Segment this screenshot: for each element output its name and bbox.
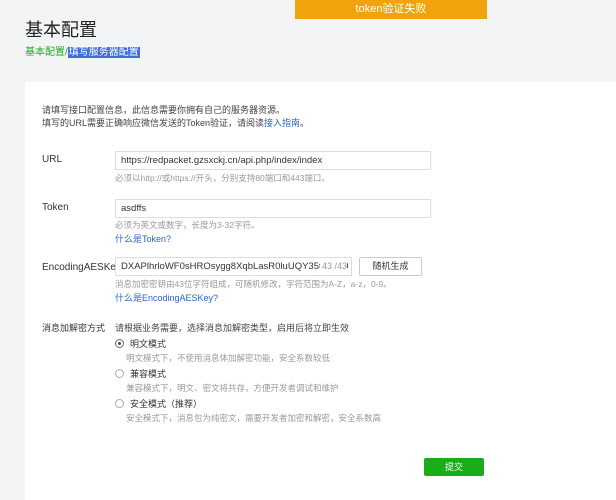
radio-secure-label: 安全模式（推荐） [130, 399, 203, 409]
config-card: 请填写接口配置信息，此信息需要你拥有自己的服务器资源。 填写的URL需要正确响应… [25, 82, 616, 500]
encryption-label: 消息加解密方式 [42, 323, 106, 333]
intro-line-1: 请填写接口配置信息，此信息需要你拥有自己的服务器资源。 [42, 105, 286, 115]
intro-line-2-prefix: 填写的URL需要正确响应微信发送的Token验证，请阅读 [42, 118, 265, 128]
breadcrumb-link-basic-config[interactable]: 基本配置 [25, 47, 65, 58]
radio-unchecked-icon[interactable] [115, 369, 124, 378]
radio-secure-desc: 安全模式下，消息包为纯密文，需要开发者加密和解密，安全系数高 [126, 413, 382, 423]
access-guide-link[interactable]: 接入指南 [264, 118, 300, 128]
intro-line-2: 填写的URL需要正确响应微信发送的Token验证，请阅读接入指南。 [42, 117, 309, 130]
breadcrumb-current: 填写服务器配置 [67, 47, 140, 58]
radio-compat-label: 兼容模式 [130, 369, 167, 379]
aeskey-label: EncodingAESKey [42, 262, 121, 273]
radio-plaintext-mode[interactable]: 明文模式 [115, 337, 166, 350]
radio-secure-mode[interactable]: 安全模式（推荐） [115, 397, 202, 410]
url-input[interactable]: https://redpacket.gzsxckj.cn/api.php/ind… [115, 151, 431, 170]
url-hint: 必须以http://或https://开头，分别支持80端口和443端口。 [115, 173, 330, 183]
breadcrumb: 基本配置/填写服务器配置 [25, 46, 140, 59]
radio-compat-desc: 兼容模式下，明文、密文将共存，方便开发者调试和维护 [126, 383, 339, 393]
random-generate-button[interactable]: 随机生成 [359, 257, 422, 276]
error-toast: token验证失败 [295, 0, 487, 19]
radio-plaintext-label: 明文模式 [130, 339, 167, 349]
token-hint: 必须为英文或数字，长度为3-32字符。 [115, 220, 260, 230]
page-title: 基本配置 [25, 20, 97, 40]
intro-line-2-suffix: 。 [300, 118, 310, 128]
radio-checked-icon[interactable] [115, 339, 124, 348]
token-label: Token [42, 202, 69, 213]
encryption-description: 请根据业务需要，选择消息加解密类型，启用后将立即生效 [115, 323, 350, 333]
radio-plaintext-desc: 明文模式下，不使用消息体加解密功能，安全系数较低 [126, 353, 331, 363]
aeskey-input[interactable]: DXAPlhrloWF0sHROsygg8XqbLasR0luUQY35tB6v… [115, 257, 352, 276]
radio-unchecked-icon[interactable] [115, 399, 124, 408]
what-is-aeskey-link[interactable]: 什么是EncodingAESKey? [115, 291, 218, 304]
radio-compat-mode[interactable]: 兼容模式 [115, 367, 166, 380]
aeskey-hint: 消息加密密钥由43位字符组成，可随机修改，字符范围为A-Z，a-z，0-9。 [115, 279, 392, 289]
intro-text: 请填写接口配置信息，此信息需要你拥有自己的服务器资源。 填写的URL需要正确响应… [42, 104, 309, 130]
aeskey-value: DXAPlhrloWF0sHROsygg8XqbLasR0luUQY35tB6v… [121, 261, 349, 272]
url-label: URL [42, 154, 63, 165]
aeskey-char-count: 43 /43 [319, 258, 347, 275]
what-is-token-link[interactable]: 什么是Token? [115, 232, 171, 245]
token-input[interactable]: asdffs [115, 199, 431, 218]
submit-button[interactable]: 提交 [424, 458, 484, 476]
